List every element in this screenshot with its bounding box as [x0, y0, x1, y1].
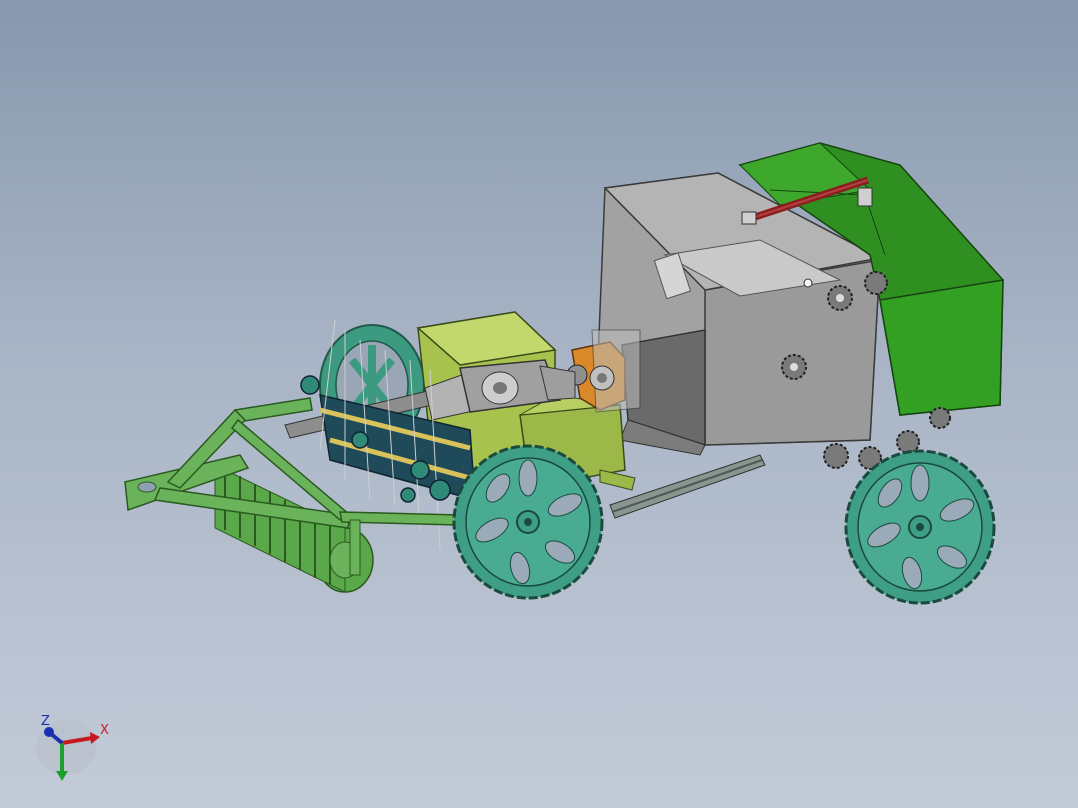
x-axis-label: X	[100, 723, 109, 738]
z-axis-label: Z	[41, 714, 50, 729]
cad-viewport[interactable]: X Z	[0, 0, 1078, 808]
axis-triad: X Z	[36, 714, 109, 781]
rear-drive-wheel	[844, 449, 996, 605]
front-drive-wheel	[452, 444, 604, 600]
y-axis-head	[56, 771, 68, 781]
front-ribbed-roller	[214, 464, 374, 593]
baler-assembly-model[interactable]	[0, 0, 1078, 808]
